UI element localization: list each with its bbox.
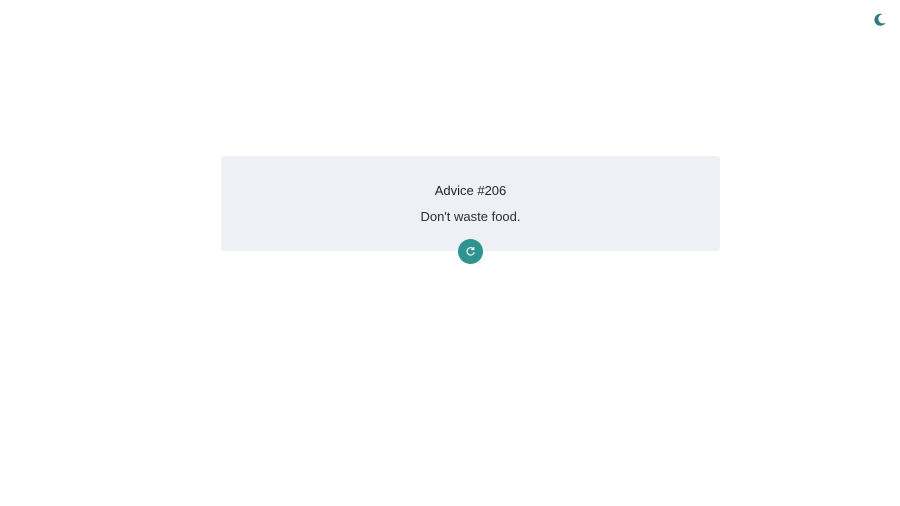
page: Advice #206 Don't waste food. [0,0,900,506]
advice-title: Advice #206 [434,183,507,198]
advice-card: Advice #206 Don't waste food. [221,156,720,251]
refresh-icon [466,246,475,256]
advice-text: Don't waste food. [420,209,521,224]
theme-toggle-button[interactable] [872,12,888,28]
refresh-advice-button[interactable] [458,239,483,264]
moon-icon [874,13,886,26]
